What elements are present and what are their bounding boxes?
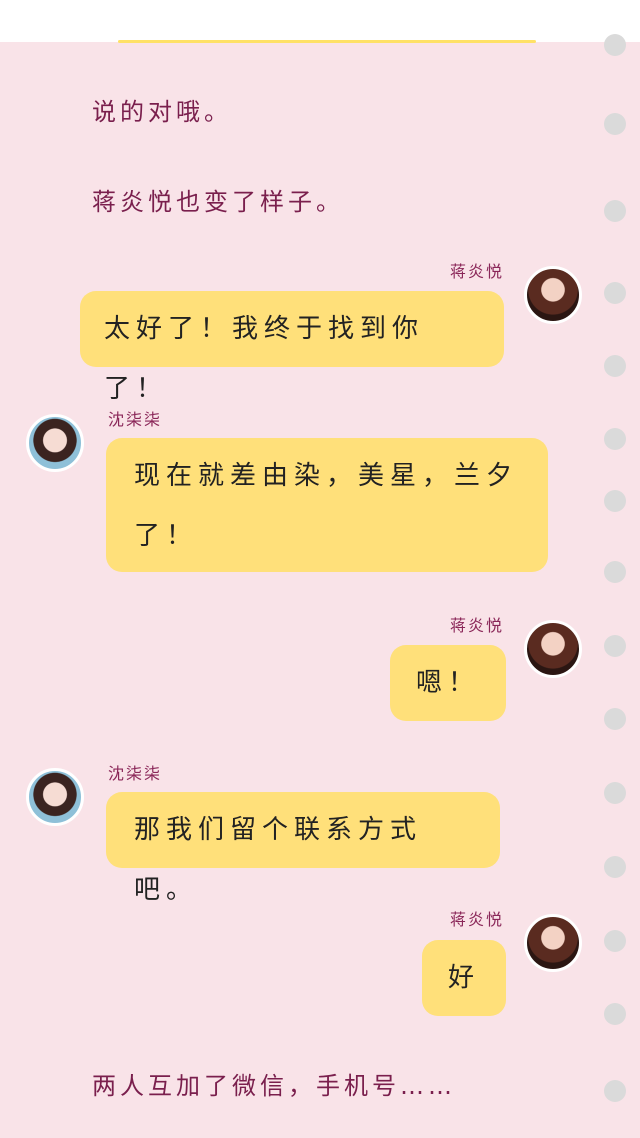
- avatar-jiang-yanyue[interactable]: [524, 266, 582, 324]
- notebook-hole: [604, 782, 626, 804]
- sender-name: 蒋炎悦: [449, 616, 504, 635]
- message-text: 好: [448, 963, 481, 993]
- notebook-hole: [604, 490, 626, 512]
- notebook-hole: [604, 930, 626, 952]
- sender-name: 沈柒柒: [108, 410, 163, 429]
- notebook-hole: [604, 561, 626, 583]
- narration-text: 说的对哦。: [92, 98, 232, 126]
- yellow-divider: [118, 40, 536, 43]
- message-text-line: 现在就差由染，美星，兰夕: [134, 461, 519, 491]
- message-bubble[interactable]: 现在就差由染，美星，兰夕 了！: [106, 438, 548, 572]
- avatar-shen-qiqi[interactable]: [26, 768, 84, 826]
- notebook-hole: [604, 708, 626, 730]
- message-text: 那我们留个联系方式吧。: [134, 815, 423, 905]
- notebook-hole: [604, 113, 626, 135]
- message-bubble[interactable]: 好: [422, 940, 506, 1016]
- narration-text: 两人互加了微信，手机号……: [92, 1072, 456, 1100]
- sender-name: 沈柒柒: [108, 764, 163, 783]
- top-bar: [0, 0, 640, 43]
- sender-name: 蒋炎悦: [449, 262, 504, 281]
- notebook-hole: [604, 282, 626, 304]
- notebook-hole: [604, 355, 626, 377]
- notebook-hole: [604, 34, 626, 56]
- notebook-hole: [604, 1003, 626, 1025]
- message-text: 太好了！我终于找到你了！: [104, 314, 425, 404]
- narration-text: 蒋炎悦也变了样子。: [92, 188, 344, 216]
- sender-name: 蒋炎悦: [449, 910, 504, 929]
- notebook-hole: [604, 856, 626, 878]
- message-bubble[interactable]: 那我们留个联系方式吧。: [106, 792, 500, 905]
- notebook-hole: [604, 428, 626, 450]
- avatar-jiang-yanyue[interactable]: [524, 914, 582, 972]
- message-bubble[interactable]: 太好了！我终于找到你了！: [80, 291, 504, 404]
- avatar-jiang-yanyue[interactable]: [524, 620, 582, 678]
- message-text: 嗯！: [416, 668, 481, 698]
- notebook-hole: [604, 1080, 626, 1102]
- notebook-hole: [604, 200, 626, 222]
- notebook-hole: [604, 635, 626, 657]
- message-text-line: 了！: [134, 521, 199, 551]
- avatar-shen-qiqi[interactable]: [26, 414, 84, 472]
- message-bubble[interactable]: 嗯！: [390, 645, 506, 721]
